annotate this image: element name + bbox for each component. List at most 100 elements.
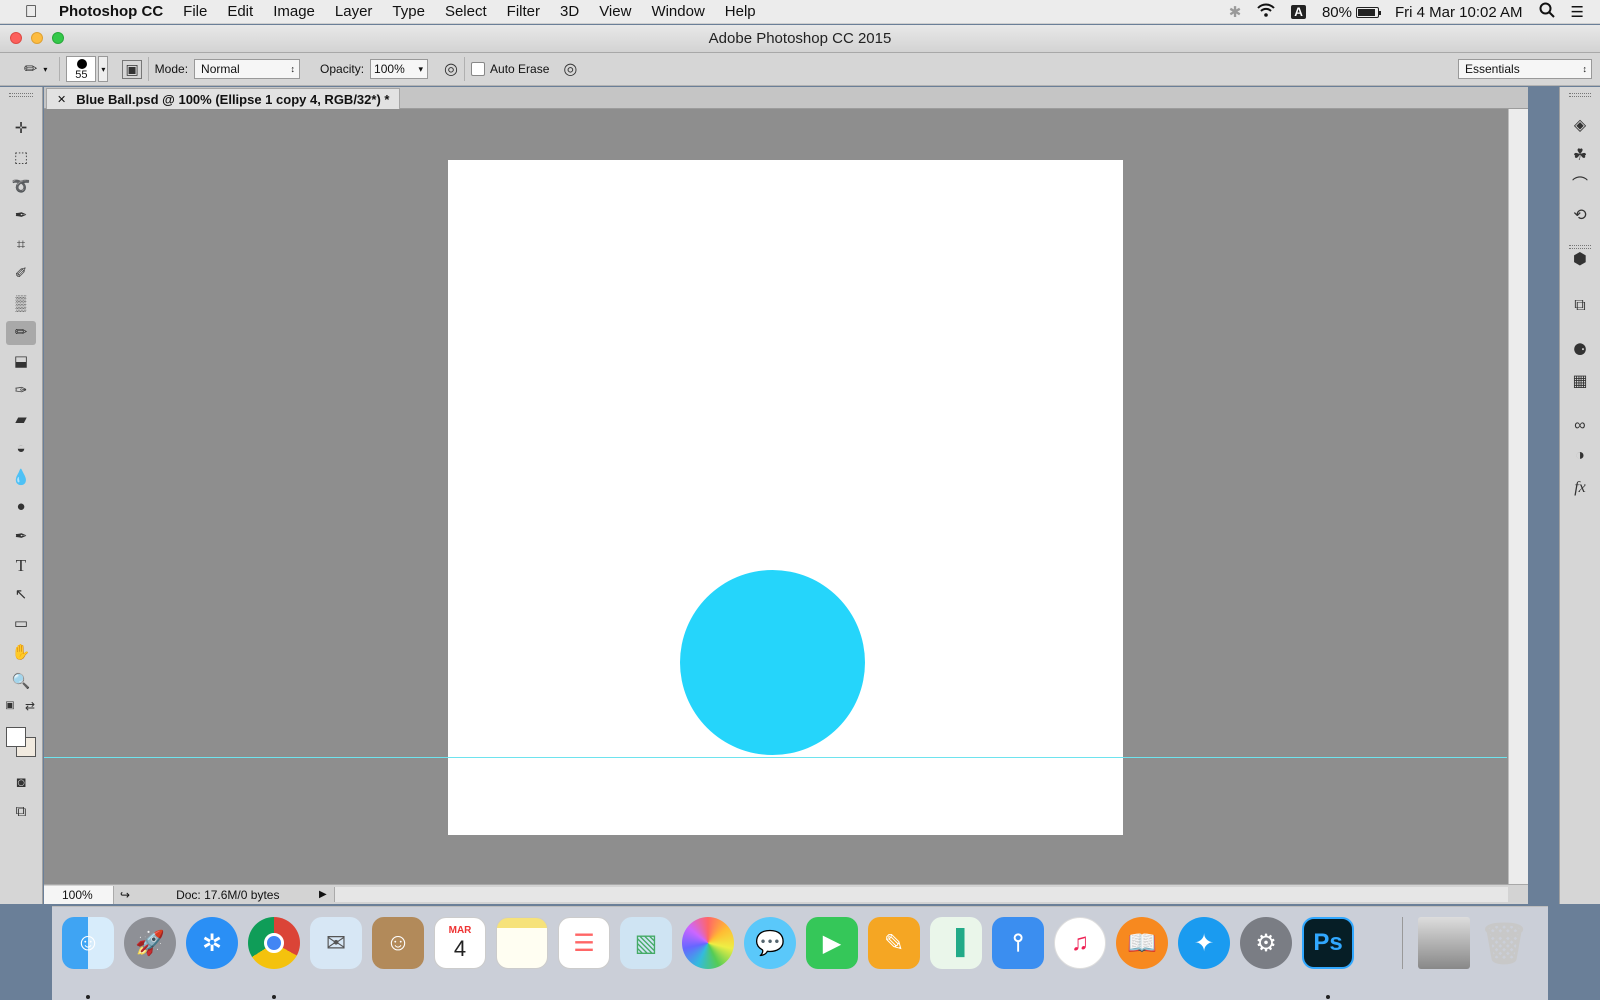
photos-icon[interactable] <box>682 917 734 969</box>
properties-panel-icon[interactable]: ⧉ <box>1568 295 1592 317</box>
lasso-tool-icon[interactable]: ➰ <box>6 175 36 199</box>
default-colors-icon[interactable]: ▣ <box>2 694 18 718</box>
app-store-icon[interactable]: ✦ <box>1178 917 1230 969</box>
marquee-tool-icon[interactable]: ⬚ <box>6 146 36 170</box>
numbers-icon[interactable]: ▐ <box>930 917 982 969</box>
zoom-tool-icon[interactable]: 🔍 <box>6 670 36 694</box>
chevron-down-icon[interactable]: ▾ <box>43 65 47 74</box>
zoom-level-field[interactable]: 100% <box>44 885 114 904</box>
keynote-icon[interactable]: ⫯ <box>992 917 1044 969</box>
history-brush-tool-icon[interactable]: ✑ <box>6 379 36 403</box>
spotlight-icon[interactable] <box>1539 2 1555 22</box>
blur-tool-icon[interactable]: 💧 <box>6 466 36 490</box>
libraries-panel-icon[interactable]: ∞ <box>1568 415 1592 437</box>
pen-tool-icon[interactable]: ✒ <box>6 525 36 549</box>
facetime-icon[interactable]: ▶ <box>806 917 858 969</box>
fx-styles-panel-icon[interactable]: fx <box>1568 477 1592 499</box>
paint-bucket-tool-icon[interactable]: ◒ <box>6 437 36 461</box>
opacity-input[interactable]: 100% ▾ <box>370 59 429 79</box>
clone-stamp-tool-icon[interactable]: ⬓ <box>6 350 36 374</box>
menu-app-name[interactable]: Photoshop CC <box>59 3 163 20</box>
apple-icon[interactable]:  <box>11 2 51 22</box>
spot-healing-tool-icon[interactable]: ▒ <box>6 292 36 316</box>
screen-mode-icon[interactable]: ⧉ <box>6 800 36 824</box>
notification-center-icon[interactable]: ☰ <box>1571 3 1584 21</box>
eraser-tool-icon[interactable]: ▰ <box>6 408 36 432</box>
blue-ball-shape[interactable] <box>680 570 865 755</box>
menu-layer[interactable]: Layer <box>335 3 373 20</box>
swap-colors-icon[interactable]: ⇄ <box>22 694 38 718</box>
menu-image[interactable]: Image <box>273 3 315 20</box>
mail-icon[interactable]: ✉ <box>310 917 362 969</box>
brush-panel-toggle-icon[interactable]: ▣ <box>122 59 142 79</box>
dodge-tool-icon[interactable]: ● <box>6 495 36 519</box>
quick-selection-tool-icon[interactable]: ✒ <box>6 204 36 228</box>
notes-icon[interactable] <box>496 917 548 969</box>
chrome-icon[interactable] <box>248 917 300 969</box>
history-panel-icon[interactable]: ⟲ <box>1568 205 1592 227</box>
paths-panel-icon[interactable]: ⌒ <box>1568 175 1592 197</box>
itunes-icon[interactable]: ♫ <box>1054 917 1106 969</box>
input-source-icon[interactable]: A <box>1291 5 1306 19</box>
menu-3d[interactable]: 3D <box>560 3 579 20</box>
hand-tool-icon[interactable]: ✋ <box>6 641 36 665</box>
launchpad-icon[interactable]: 🚀 <box>124 917 176 969</box>
reminders-icon[interactable]: ☰ <box>558 917 610 969</box>
swatches-panel-icon[interactable]: ⚈ <box>1568 340 1592 362</box>
vertical-scrollbar[interactable] <box>1508 109 1528 884</box>
horizontal-scrollbar[interactable] <box>334 887 1508 902</box>
battery-status[interactable]: 80% <box>1322 4 1381 21</box>
workspace-select[interactable]: Essentials ↕ <box>1458 59 1592 79</box>
status-menu-arrow-icon[interactable]: ▶ <box>319 889 327 900</box>
trash-icon[interactable]: 🗑 <box>1478 917 1530 969</box>
menu-select[interactable]: Select <box>445 3 487 20</box>
brush-preset-picker[interactable]: 55 <box>66 56 97 82</box>
menu-filter[interactable]: Filter <box>507 3 540 20</box>
tool-preset-picker[interactable]: ✏ <box>24 59 37 79</box>
contacts-icon[interactable]: ☺ <box>372 917 424 969</box>
pages-icon[interactable]: ✎ <box>868 917 920 969</box>
menu-window[interactable]: Window <box>651 3 704 20</box>
document-canvas[interactable] <box>448 160 1123 835</box>
preview-icon[interactable]: ▧ <box>620 917 672 969</box>
ibooks-icon[interactable]: 📖 <box>1116 917 1168 969</box>
path-selection-tool-icon[interactable]: ↖ <box>6 583 36 607</box>
share-icon[interactable]: ↪ <box>120 888 130 902</box>
brush-picker-chevron-icon[interactable]: ▾ <box>98 56 109 82</box>
auto-erase-checkbox[interactable] <box>471 62 486 76</box>
menu-type[interactable]: Type <box>392 3 425 20</box>
system-preferences-icon[interactable]: ⚙ <box>1240 917 1292 969</box>
calendar-icon[interactable]: MAR 4 <box>434 917 486 969</box>
chevron-down-icon[interactable]: ▾ <box>419 64 424 75</box>
mode-select[interactable]: Normal ↕ <box>194 59 301 79</box>
clock[interactable]: Fri 4 Mar 10:02 AM <box>1395 4 1523 21</box>
3d-panel-icon[interactable]: ⬢ <box>1568 249 1592 271</box>
menu-file[interactable]: File <box>183 3 207 20</box>
photoshop-icon[interactable]: Ps <box>1302 917 1354 969</box>
channels-panel-icon[interactable]: ☘ <box>1568 145 1592 167</box>
minimize-window-button[interactable] <box>31 32 43 44</box>
eyedropper-tool-icon[interactable]: ✐ <box>6 262 36 286</box>
rectangle-tool-icon[interactable]: ▭ <box>6 612 36 636</box>
horizontal-guide[interactable] <box>44 757 1507 758</box>
bluetooth-icon[interactable]: ✱ <box>1229 3 1242 21</box>
crop-tool-icon[interactable]: ⌗ <box>6 233 36 257</box>
move-tool-icon[interactable]: ✛ <box>6 117 36 141</box>
adjustments-panel-icon[interactable]: ◑ <box>1568 445 1592 467</box>
close-window-button[interactable] <box>10 32 22 44</box>
type-tool-icon[interactable]: T <box>6 554 36 578</box>
panel-grip[interactable] <box>9 93 33 97</box>
photo-thumbnail-icon[interactable] <box>1418 917 1470 969</box>
layers-panel-icon[interactable]: ◈ <box>1568 115 1592 137</box>
document-tab[interactable]: ✕ Blue Ball.psd @ 100% (Ellipse 1 copy 4… <box>46 88 401 109</box>
panel-grip[interactable] <box>1569 93 1591 97</box>
finder-icon[interactable]: ☺ <box>62 917 114 969</box>
grid-panel-icon[interactable]: ▦ <box>1568 371 1592 393</box>
close-tab-icon[interactable]: ✕ <box>57 93 66 106</box>
pencil-tool-icon[interactable]: ✏ <box>6 321 36 345</box>
pressure-size-icon[interactable]: ◎ <box>563 59 577 79</box>
pressure-opacity-icon[interactable]: ◎ <box>444 59 458 79</box>
menu-view[interactable]: View <box>599 3 631 20</box>
wifi-icon[interactable] <box>1257 3 1276 21</box>
quick-mask-icon[interactable]: ◙ <box>6 771 36 795</box>
